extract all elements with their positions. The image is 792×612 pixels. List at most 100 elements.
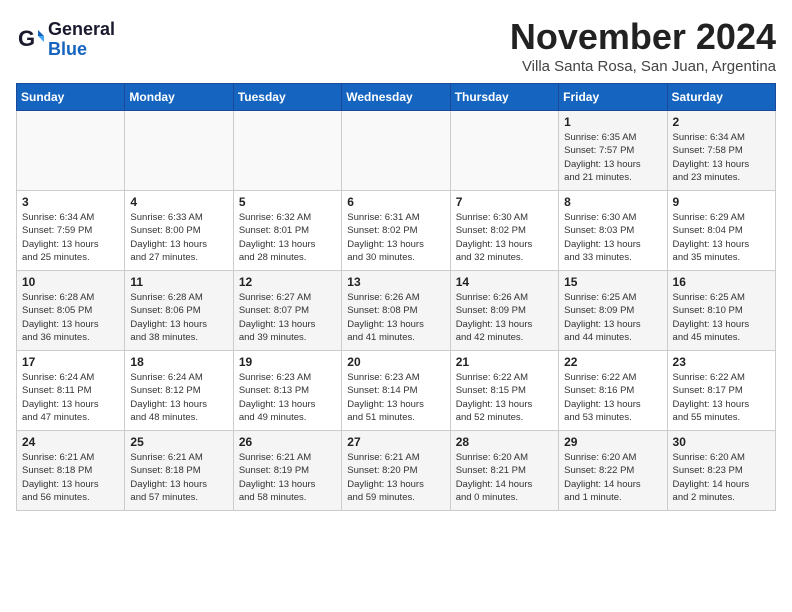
calendar-cell: 7 Sunrise: 6:30 AMSunset: 8:02 PMDaylight… (450, 191, 558, 271)
day-info: Sunrise: 6:22 AMSunset: 8:16 PMDaylight:… (564, 371, 661, 424)
day-number: 2 (673, 115, 770, 129)
day-info: Sunrise: 6:31 AMSunset: 8:02 PMDaylight:… (347, 211, 444, 264)
week-row-3: 10 Sunrise: 6:28 AMSunset: 8:05 PMDayligh… (17, 271, 776, 351)
title-block: November 2024 Villa Santa Rosa, San Juan… (510, 16, 776, 75)
day-number: 15 (564, 275, 661, 289)
header-day-sunday: Sunday (17, 84, 125, 111)
week-row-1: 1 Sunrise: 6:35 AMSunset: 7:57 PMDaylight… (17, 111, 776, 191)
calendar-cell: 24Sunrise: 6:21 AMSunset: 8:18 PMDayligh… (17, 431, 125, 511)
day-number: 30 (673, 435, 770, 449)
day-number: 20 (347, 355, 444, 369)
calendar-cell: 15 Sunrise: 6:25 AMSunset: 8:09 PMDayligh… (559, 271, 667, 351)
day-number: 6 (347, 195, 444, 209)
calendar-cell: 20 Sunrise: 6:23 AMSunset: 8:14 PMDayligh… (342, 351, 450, 431)
header-day-wednesday: Wednesday (342, 84, 450, 111)
day-info: Sunrise: 6:25 AMSunset: 8:09 PMDaylight:… (564, 291, 661, 344)
header-day-friday: Friday (559, 84, 667, 111)
day-info: Sunrise: 6:26 AMSunset: 8:08 PMDaylight:… (347, 291, 444, 344)
day-number: 24 (22, 435, 119, 449)
location-subtitle: Villa Santa Rosa, San Juan, Argentina (510, 58, 776, 75)
day-number: 12 (239, 275, 336, 289)
calendar-cell: 21 Sunrise: 6:22 AMSunset: 8:15 PMDayligh… (450, 351, 558, 431)
week-row-4: 17 Sunrise: 6:24 AMSunset: 8:11 PMDayligh… (17, 351, 776, 431)
calendar-cell: 25 Sunrise: 6:21 AMSunset: 8:18 PMDayligh… (125, 431, 233, 511)
day-info: Sunrise: 6:23 AMSunset: 8:13 PMDaylight:… (239, 371, 336, 424)
day-info: Sunrise: 6:22 AMSunset: 8:15 PMDaylight:… (456, 371, 553, 424)
day-number: 1 (564, 115, 661, 129)
calendar-cell: 30 Sunrise: 6:20 AMSunset: 8:23 PMDayligh… (667, 431, 775, 511)
calendar-cell: 19 Sunrise: 6:23 AMSunset: 8:13 PMDayligh… (233, 351, 341, 431)
day-info: Sunrise: 6:25 AMSunset: 8:10 PMDaylight:… (673, 291, 770, 344)
day-number: 11 (130, 275, 227, 289)
header-row: SundayMondayTuesdayWednesdayThursdayFrid… (17, 84, 776, 111)
calendar-cell: 16 Sunrise: 6:25 AMSunset: 8:10 PMDayligh… (667, 271, 775, 351)
day-number: 5 (239, 195, 336, 209)
day-info: Sunrise: 6:34 AMSunset: 7:59 PMDaylight:… (22, 211, 119, 264)
day-number: 7 (456, 195, 553, 209)
calendar-cell (17, 111, 125, 191)
calendar-cell: 23Sunrise: 6:22 AMSunset: 8:17 PMDayligh… (667, 351, 775, 431)
svg-text:G: G (18, 26, 35, 51)
day-info: Sunrise: 6:33 AMSunset: 8:00 PMDaylight:… (130, 211, 227, 264)
day-info: Sunrise: 6:20 AMSunset: 8:22 PMDaylight:… (564, 451, 661, 504)
calendar-cell (450, 111, 558, 191)
day-info: Sunrise: 6:30 AMSunset: 8:02 PMDaylight:… (456, 211, 553, 264)
day-info: Sunrise: 6:24 AMSunset: 8:12 PMDaylight:… (130, 371, 227, 424)
week-row-2: 3 Sunrise: 6:34 AMSunset: 7:59 PMDaylight… (17, 191, 776, 271)
day-info: Sunrise: 6:34 AMSunset: 7:58 PMDaylight:… (673, 131, 770, 184)
day-number: 17 (22, 355, 119, 369)
header-day-saturday: Saturday (667, 84, 775, 111)
header-day-monday: Monday (125, 84, 233, 111)
day-number: 18 (130, 355, 227, 369)
day-number: 10 (22, 275, 119, 289)
day-info: Sunrise: 6:28 AMSunset: 8:05 PMDaylight:… (22, 291, 119, 344)
calendar-cell: 1 Sunrise: 6:35 AMSunset: 7:57 PMDaylight… (559, 111, 667, 191)
calendar-cell: 10 Sunrise: 6:28 AMSunset: 8:05 PMDayligh… (17, 271, 125, 351)
day-info: Sunrise: 6:35 AMSunset: 7:57 PMDaylight:… (564, 131, 661, 184)
week-row-5: 24 Sunrise: 6:21 AMSunset: 8:18 PMDayligh… (17, 431, 776, 511)
day-info: Sunrise: 6:24 AMSunset: 8:11 PMDaylight:… (22, 371, 119, 424)
calendar-cell: 2 Sunrise: 6:34 AMSunset: 7:58 PMDaylight… (667, 111, 775, 191)
day-info: Sunrise: 6:28 AMSunset: 8:06 PMDaylight:… (130, 291, 227, 344)
day-number: 8 (564, 195, 661, 209)
day-info: Sunrise: 6:21 AMSunset: 8:20 PMDaylight:… (347, 451, 444, 504)
day-number: 3 (22, 195, 119, 209)
calendar-cell: 4Sunrise: 6:33 AMSunset: 8:00 PMDaylight… (125, 191, 233, 271)
day-number: 27 (347, 435, 444, 449)
day-info: Sunrise: 6:21 AMSunset: 8:18 PMDaylight:… (130, 451, 227, 504)
calendar-cell: 12 Sunrise: 6:27 AMSunset: 8:07 PMDayligh… (233, 271, 341, 351)
calendar-cell: 5 Sunrise: 6:32 AMSunset: 8:01 PMDaylight… (233, 191, 341, 271)
header-day-tuesday: Tuesday (233, 84, 341, 111)
logo: G General Blue (16, 20, 115, 60)
day-info: Sunrise: 6:23 AMSunset: 8:14 PMDaylight:… (347, 371, 444, 424)
calendar-cell: 29Sunrise: 6:20 AMSunset: 8:22 PMDayligh… (559, 431, 667, 511)
calendar-cell (125, 111, 233, 191)
day-info: Sunrise: 6:29 AMSunset: 8:04 PMDaylight:… (673, 211, 770, 264)
day-number: 16 (673, 275, 770, 289)
day-info: Sunrise: 6:21 AMSunset: 8:19 PMDaylight:… (239, 451, 336, 504)
logo-text-line1: General (48, 20, 115, 40)
day-number: 13 (347, 275, 444, 289)
calendar-cell: 9Sunrise: 6:29 AMSunset: 8:04 PMDaylight… (667, 191, 775, 271)
day-info: Sunrise: 6:30 AMSunset: 8:03 PMDaylight:… (564, 211, 661, 264)
day-info: Sunrise: 6:32 AMSunset: 8:01 PMDaylight:… (239, 211, 336, 264)
calendar-cell: 11 Sunrise: 6:28 AMSunset: 8:06 PMDayligh… (125, 271, 233, 351)
calendar-cell: 3 Sunrise: 6:34 AMSunset: 7:59 PMDaylight… (17, 191, 125, 271)
day-number: 22 (564, 355, 661, 369)
calendar-cell: 28Sunrise: 6:20 AMSunset: 8:21 PMDayligh… (450, 431, 558, 511)
calendar-cell: 18 Sunrise: 6:24 AMSunset: 8:12 PMDayligh… (125, 351, 233, 431)
day-info: Sunrise: 6:27 AMSunset: 8:07 PMDaylight:… (239, 291, 336, 344)
calendar-cell (233, 111, 341, 191)
calendar-cell: 8 Sunrise: 6:30 AMSunset: 8:03 PMDaylight… (559, 191, 667, 271)
day-number: 25 (130, 435, 227, 449)
calendar-cell (342, 111, 450, 191)
day-number: 21 (456, 355, 553, 369)
day-number: 19 (239, 355, 336, 369)
day-number: 14 (456, 275, 553, 289)
calendar-cell: 6 Sunrise: 6:31 AMSunset: 8:02 PMDaylight… (342, 191, 450, 271)
calendar-cell: 13 Sunrise: 6:26 AMSunset: 8:08 PMDayligh… (342, 271, 450, 351)
day-info: Sunrise: 6:20 AMSunset: 8:21 PMDaylight:… (456, 451, 553, 504)
calendar-cell: 22 Sunrise: 6:22 AMSunset: 8:16 PMDayligh… (559, 351, 667, 431)
day-info: Sunrise: 6:20 AMSunset: 8:23 PMDaylight:… (673, 451, 770, 504)
month-title: November 2024 (510, 16, 776, 58)
